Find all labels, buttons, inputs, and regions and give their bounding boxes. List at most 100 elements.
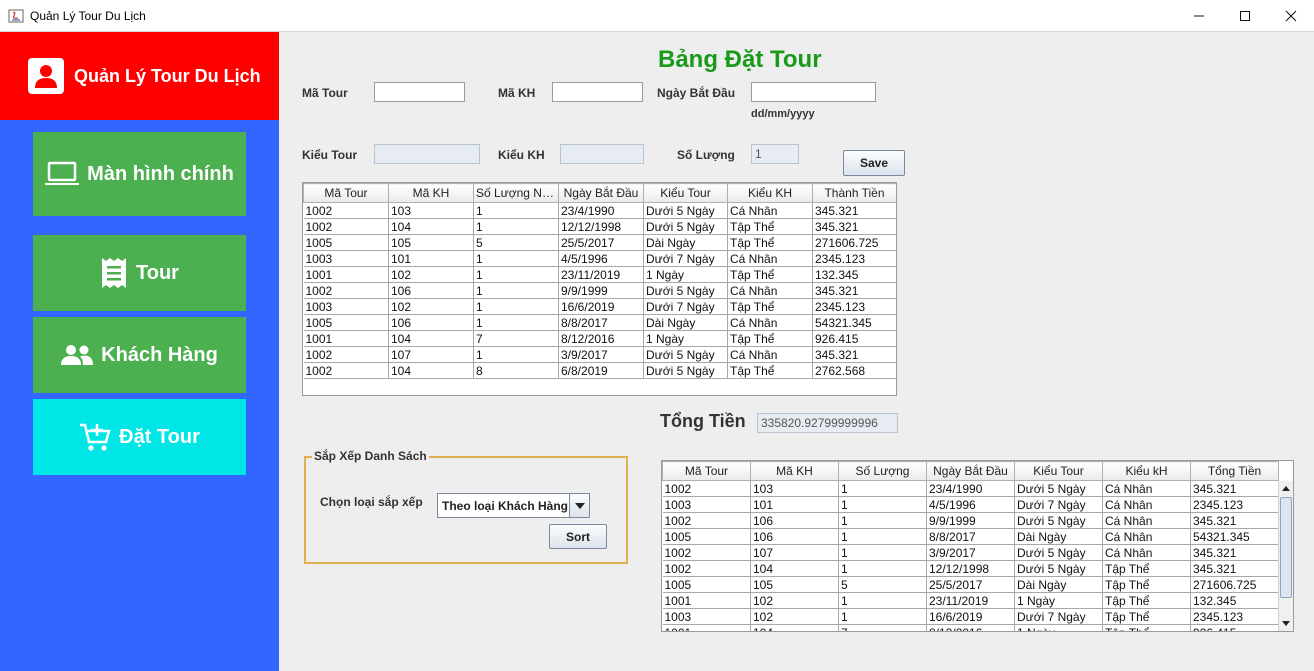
table-cell[interactable]: 1005 [662,528,751,545]
table-cell[interactable]: Dưới 7 Ngày [1014,496,1103,513]
table-cell[interactable]: 103 [388,202,474,219]
table-cell[interactable]: 1002 [303,362,389,379]
table-cell[interactable]: Dưới 7 Ngày [643,298,728,315]
table-cell[interactable]: Cá Nhân [1102,528,1191,545]
table-cell[interactable]: 1 Ngày [643,266,728,283]
table-cell[interactable]: Tập Thể [1102,560,1191,577]
table-cell[interactable]: 1002 [303,282,389,299]
table-cell[interactable]: 345.321 [812,282,896,299]
dropdown-arrow-button[interactable] [569,494,589,517]
table-cell[interactable]: 345.321 [1190,544,1279,561]
column-header[interactable]: Kiểu Tour [643,183,728,203]
table-cell[interactable]: 106 [388,282,474,299]
table-cell[interactable]: 1 [473,282,559,299]
table-cell[interactable]: 6/8/2019 [558,362,644,379]
table-cell[interactable]: Cá Nhân [1102,496,1191,513]
table-cell[interactable]: 25/5/2017 [558,234,644,251]
table-cell[interactable]: Tập Thể [727,330,813,347]
table-cell[interactable]: 1 Ngày [1014,624,1103,631]
table-cell[interactable]: Cá Nhân [727,250,813,267]
table-cell[interactable]: 106 [750,512,839,529]
table-cell[interactable]: Dưới 5 Ngày [1014,480,1103,497]
table-cell[interactable]: Dài Ngày [643,234,728,251]
ma-kh-input[interactable] [552,82,643,102]
table-cell[interactable]: 2762.568 [812,362,896,379]
table-cell[interactable]: 4/5/1996 [558,250,644,267]
table-cell[interactable]: 1002 [662,512,751,529]
nav-main-screen[interactable]: Màn hình chính [33,132,246,216]
table-cell[interactable]: 1 Ngày [1014,592,1103,609]
table-cell[interactable]: 7 [838,624,927,631]
table-row[interactable]: 1002 106 1 9/9/1999 Dưới 5 Ngày Cá Nhân 345.32… [303,282,896,299]
table-cell[interactable]: 1002 [662,480,751,497]
table-cell[interactable]: Cá Nhân [727,282,813,299]
table-cell[interactable]: 1001 [303,330,389,347]
column-header[interactable]: Ngày Bắt Đầu [926,461,1015,481]
table-cell[interactable]: 1 [838,528,927,545]
table-cell[interactable]: Dài Ngày [643,314,728,331]
table-cell[interactable]: 105 [388,234,474,251]
table-cell[interactable]: 1 [838,560,927,577]
table-cell[interactable]: 1 [473,298,559,315]
table-row[interactable]: 1002 103 1 23/4/1990 Dưới 5 Ngày Cá Nhân 345.3… [303,202,896,219]
column-header[interactable]: Thành Tiền [812,183,896,203]
table-row[interactable]: 1002 104 8 6/8/2019 Dưới 5 Ngày Tập Thể 2762.5… [303,362,896,379]
table-cell[interactable]: 5 [838,576,927,593]
table-cell[interactable]: 8 [473,362,559,379]
table-cell[interactable]: Cá Nhân [1102,480,1191,497]
table-cell[interactable]: 345.321 [812,218,896,235]
table-cell[interactable]: 1005 [303,234,389,251]
table-cell[interactable]: 103 [750,480,839,497]
table-cell[interactable]: Tập Thể [727,266,813,283]
column-header[interactable]: Mã KH [750,461,839,481]
table-cell[interactable]: 3/9/2017 [558,346,644,363]
table-cell[interactable]: 5 [473,234,559,251]
table-row[interactable]: 1005 105 5 25/5/2017 Dài Ngày Tập Thể 271606.7… [303,234,896,251]
table-cell[interactable]: 2345.123 [812,250,896,267]
table-cell[interactable]: 1003 [662,608,751,625]
column-header[interactable]: Số Lượng Ng... [473,183,559,203]
table-cell[interactable]: 25/5/2017 [926,576,1015,593]
table-cell[interactable]: 8/8/2017 [926,528,1015,545]
table-cell[interactable]: 1003 [303,250,389,267]
table-cell[interactable]: 926.415 [1190,624,1279,631]
column-header[interactable]: Kiểu Tour [1014,461,1103,481]
table-cell[interactable]: 1 [473,250,559,267]
table-cell[interactable]: 1 [838,608,927,625]
table-cell[interactable]: Dưới 5 Ngày [1014,512,1103,529]
table-cell[interactable]: 8/8/2017 [558,314,644,331]
table-cell[interactable]: 1 [473,314,559,331]
table-cell[interactable]: Dưới 5 Ngày [643,282,728,299]
table-cell[interactable]: Cá Nhân [1102,544,1191,561]
sort-button[interactable]: Sort [549,524,607,549]
table-cell[interactable]: 23/11/2019 [926,592,1015,609]
table-cell[interactable]: 105 [750,576,839,593]
table-row[interactable]: 100110478/12/20161 NgàyTập Thể926.415 [662,624,1279,631]
table-cell[interactable]: Cá Nhân [727,346,813,363]
close-button[interactable] [1268,0,1314,32]
table-cell[interactable]: 1 [838,496,927,513]
table-cell[interactable]: Tập Thể [727,234,813,251]
table-cell[interactable]: 1005 [303,314,389,331]
table-cell[interactable]: 1001 [662,592,751,609]
table-cell[interactable]: Dưới 5 Ngày [643,346,728,363]
table-cell[interactable]: 1 [838,592,927,609]
table-cell[interactable]: 7 [473,330,559,347]
table-row[interactable]: 1001 102 1 23/11/2019 1 Ngày Tập Thể 132.345 [303,266,896,283]
table-cell[interactable]: Dưới 7 Ngày [643,250,728,267]
table-cell[interactable]: 1 [838,480,927,497]
table-row[interactable]: 1002 107 1 3/9/2017 Dưới 5 Ngày Cá Nhân 345.32… [662,544,1279,561]
table-cell[interactable]: 54321.345 [1190,528,1279,545]
table-cell[interactable]: 1 [473,202,559,219]
save-button[interactable]: Save [843,150,905,176]
table-cell[interactable]: Tập Thể [727,362,813,379]
table-cell[interactable]: Dài Ngày [1014,576,1103,593]
table-cell[interactable]: 101 [750,496,839,513]
table-cell[interactable]: 54321.345 [812,314,896,331]
table-cell[interactable]: 1005 [662,576,751,593]
table-cell[interactable]: 345.321 [1190,512,1279,529]
table-row[interactable]: 1002 104 1 12/12/1998 Dưới 5 Ngày Tập Thể 345.… [662,560,1279,577]
table-cell[interactable]: 104 [750,624,839,631]
table-row[interactable]: 1005 106 1 8/8/2017 Dài Ngày Cá Nhân 54321.345 [303,314,896,331]
table-cell[interactable]: 2345.123 [812,298,896,315]
